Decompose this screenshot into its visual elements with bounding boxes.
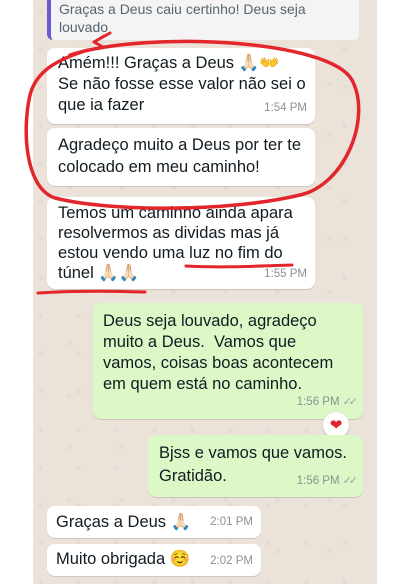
message-time: 1:54 PM — [264, 102, 307, 114]
read-receipt-icon: ✓✓ — [342, 475, 359, 487]
message-time: 1:56 PM — [296, 396, 340, 408]
message-line: colocado em meu caminho! — [58, 158, 260, 176]
message-line: Muito obrigada ☺️ — [56, 550, 191, 568]
message-time: 2:02 PM — [210, 555, 253, 567]
message-time-row: 1:56 PM ✓✓ — [296, 471, 359, 492]
message-time-row: 1:56 PM ✓✓ — [296, 392, 359, 413]
chat-background: Graças a Deus caiu certinho! Deus seja l… — [33, 0, 377, 584]
message-line: Deus seja louvado, agradeço — [103, 312, 317, 330]
message-time: 1:55 PM — [264, 268, 307, 280]
message-time: 1:56 PM — [296, 475, 340, 487]
quoted-text-line-2: louvado — [59, 19, 109, 35]
message-line: em quem está no caminho. — [103, 375, 303, 393]
message-bubble-incoming[interactable]: Amém!!! Graças a Deus 🙏🏻👐 Se não fosse e… — [47, 48, 315, 124]
message-line: Amém!!! Graças a Deus 🙏🏻👐 — [58, 54, 280, 72]
message-line: resolvermos as dividas mas já — [58, 224, 279, 242]
message-line: Graças a Deus 🙏🏻 — [56, 513, 192, 531]
message-time: 2:01 PM — [210, 516, 253, 528]
message-line: Bjss e vamos que vamos. — [159, 444, 347, 462]
message-line: Se não fosse esse valor não sei o — [58, 75, 306, 93]
message-line: muito a Deus. Vamos que — [103, 333, 297, 351]
message-bubble-incoming[interactable]: Graças a Deus 🙏🏻 2:01 PM — [47, 506, 261, 538]
message-line: túnel 🙏🏻🙏🏻 — [58, 264, 140, 282]
message-bubble-incoming[interactable]: Temos um caminho ainda apara resolvermos… — [47, 197, 315, 289]
quoted-message[interactable]: Graças a Deus caiu certinho! Deus seja l… — [47, 0, 359, 40]
message-line: estou vendo uma luz no fim do — [58, 244, 283, 262]
message-line: Gratidão. — [159, 467, 227, 485]
message-line: Temos um caminho ainda apara — [58, 204, 293, 222]
quoted-text-line-1: Graças a Deus caiu certinho! Deus seja — [59, 1, 306, 17]
message-line: que ia fazer — [58, 96, 145, 114]
message-bubble-incoming[interactable]: Agradeço muito a Deus por ter te colocad… — [47, 128, 315, 186]
message-bubble-outgoing[interactable]: Bjss e vamos que vamos. Gratidão. 1:56 P… — [148, 435, 363, 497]
message-line: Agradeço muito a Deus por ter te — [58, 136, 302, 154]
message-bubble-outgoing[interactable]: Deus seja louvado, agradeço muito a Deus… — [93, 303, 363, 419]
message-bubble-incoming[interactable]: Muito obrigada ☺️ 2:02 PM — [47, 544, 261, 576]
message-line: vamos, coisas boas acontecem — [103, 354, 334, 372]
read-receipt-icon: ✓✓ — [342, 396, 359, 408]
